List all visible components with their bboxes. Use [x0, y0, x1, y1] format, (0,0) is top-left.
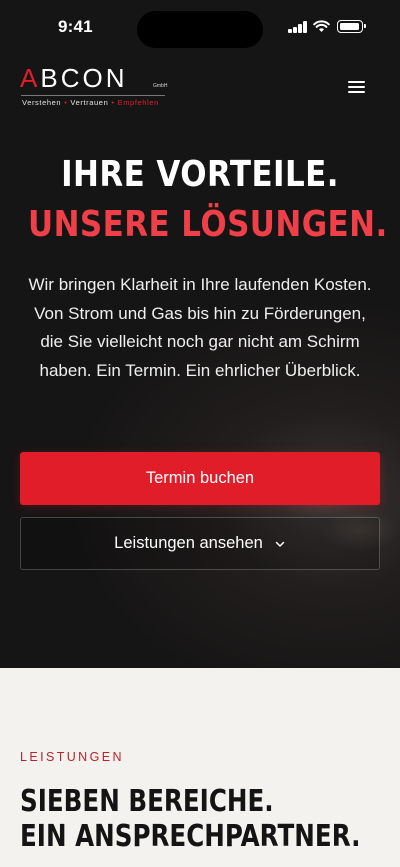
services-title: SIEBEN BEREICHE. EIN ANSPRECHPARTNER. [20, 784, 400, 854]
services-title-line-1: SIEBEN BEREICHE. [20, 784, 274, 819]
hero-lead-text: Wir bringen Klarheit in Ihre laufenden K… [28, 275, 372, 381]
headline-line-1: IHRE VORTEILE. [61, 154, 339, 195]
status-time: 9:41 [58, 17, 93, 36]
hero-section: 9:41 ABCON GmbH Verstehen • Vertrauen • Empf… [0, 0, 400, 668]
services-title-line-2: EIN ANSPRECHPARTNER. [20, 819, 361, 854]
wifi-icon [313, 20, 330, 32]
logo-divider [21, 95, 165, 96]
logo-gmbh: GmbH [153, 83, 168, 89]
view-services-label: Leistungen ansehen [114, 534, 263, 552]
book-appointment-label: Termin buchen [145, 469, 255, 487]
hero-headline: IHRE VORTEILE. UNSERE LÖSUNGEN. [0, 150, 400, 250]
status-bar: 9:41 [0, 0, 400, 54]
services-eyebrow: LEISTUNGEN [20, 750, 124, 764]
logo-tagline: Verstehen • Vertrauen • Empfehlen [22, 98, 159, 107]
hamburger-menu-icon[interactable] [344, 76, 370, 98]
cellular-signal-icon [288, 21, 308, 33]
book-appointment-button[interactable]: Termin buchen [20, 452, 380, 505]
chevron-down-icon [275, 541, 285, 547]
headline-line-2: UNSERE LÖSUNGEN. [28, 204, 388, 245]
logo-wordmark: ABCON [20, 63, 128, 93]
logo[interactable]: ABCON GmbH Verstehen • Vertrauen • Empfehlen [20, 63, 170, 109]
view-services-button[interactable]: Leistungen ansehen [20, 517, 380, 570]
battery-icon [337, 20, 366, 33]
dynamic-island [137, 11, 263, 48]
